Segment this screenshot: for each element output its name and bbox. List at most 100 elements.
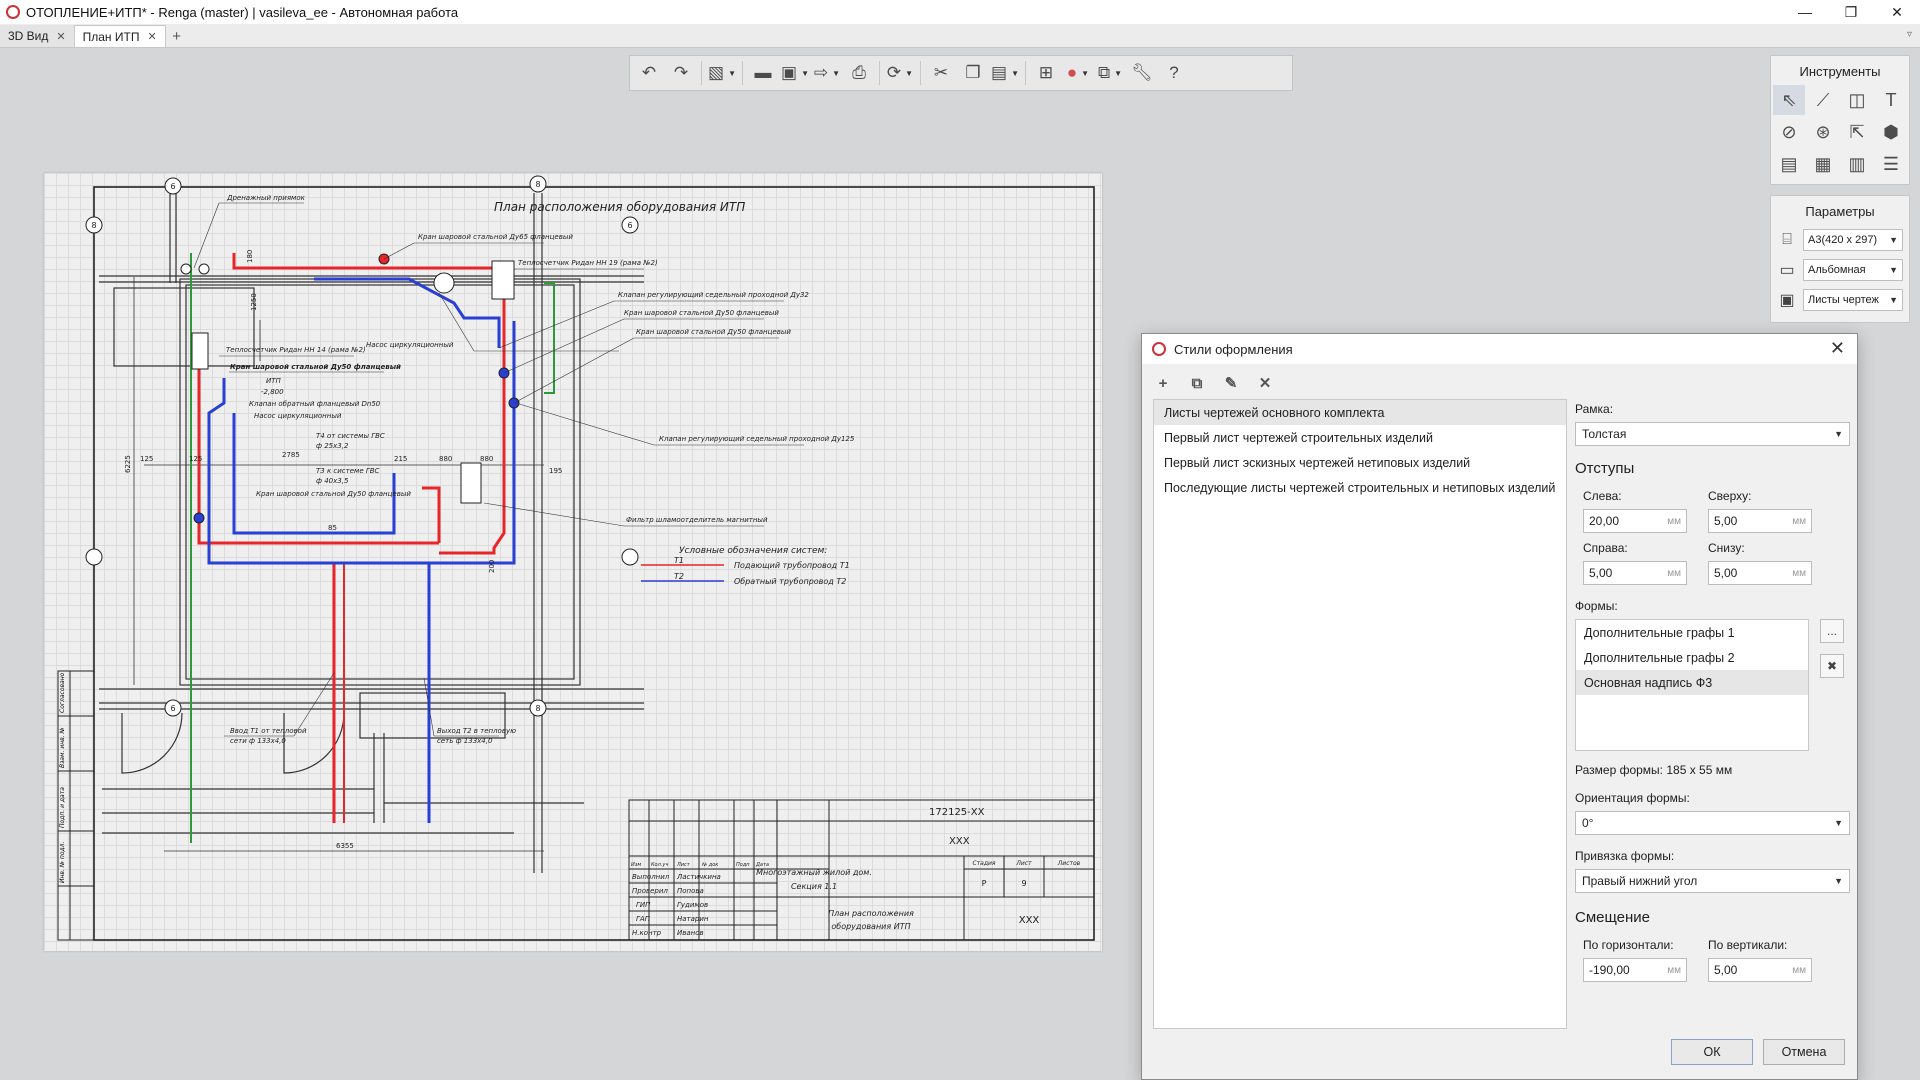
drawing-sheet[interactable]: Согласовано Взам. инв. № Подп. и дата Ин… (44, 173, 1102, 951)
tab-plan-itp[interactable]: План ИТП ✕ (74, 25, 166, 47)
elevation-icon[interactable]: ⇱ (1841, 117, 1873, 147)
horizontal-offset-field[interactable]: -190,00 мм (1583, 958, 1687, 982)
form-orientation-select[interactable]: 0° ▼ (1575, 811, 1850, 835)
add-style-icon[interactable]: + (1152, 372, 1174, 394)
chevron-down-icon: ▼ (1834, 876, 1843, 886)
label-level: -2,800 (261, 388, 284, 396)
axis-label: 8 (535, 180, 540, 189)
params-panel-title: Параметры (1805, 204, 1875, 219)
text-tool-icon[interactable]: T (1875, 85, 1907, 115)
tab-overflow-icon[interactable]: ▿ (1907, 29, 1912, 40)
cut-icon[interactable]: ✂ (926, 58, 956, 88)
form-anchor-select[interactable]: Правый нижний угол ▼ (1575, 869, 1850, 893)
form-remove-icon[interactable]: ✖ (1820, 654, 1844, 678)
left-margin-field[interactable]: 20,00 мм (1583, 509, 1687, 533)
edit-style-icon[interactable]: ✎ (1220, 372, 1242, 394)
delete-style-icon[interactable]: ✕ (1254, 372, 1276, 394)
tab-close-icon[interactable]: ✕ (56, 30, 65, 43)
stamp-org: ХХХ (1019, 915, 1040, 926)
stamp-icon[interactable]: ▤ (1773, 149, 1805, 179)
level-mark-icon[interactable]: ⊛ (1807, 117, 1839, 147)
form-list-item[interactable]: Основная надпись Ф3 (1576, 670, 1808, 695)
settings-icon[interactable]: 🔧︎ (1127, 58, 1157, 88)
stamp-stage-head: Стадия (972, 860, 995, 867)
dialog-title-bar: Стили оформления ✕ (1142, 334, 1857, 364)
list-icon[interactable]: ☰ (1875, 149, 1907, 179)
sketch-line-icon[interactable]: ⟋ (1807, 85, 1839, 115)
print-icon[interactable]: ⎙ (844, 58, 874, 88)
paste-icon[interactable]: ▤ ▼ (990, 58, 1020, 88)
forms-list: Дополнительные графы 1 Дополнительные гр… (1575, 619, 1809, 751)
export-icon[interactable]: ⇨ ▼ (812, 58, 842, 88)
label-pump1: Насос циркуляционный (366, 341, 454, 349)
close-window-button[interactable]: ✕ (1874, 0, 1920, 24)
callout-texts: Дренажный приямок Кран шаровой стальной … (226, 194, 855, 745)
tab-close-icon[interactable]: ✕ (147, 30, 156, 43)
label-input2: сети ф 133х4,0 (230, 737, 286, 745)
style-list-item[interactable]: Листы чертежей основного комплекта (1154, 400, 1566, 425)
style-list-item[interactable]: Последующие листы чертежей строительных … (1154, 475, 1566, 500)
dimension-icon[interactable]: ⊘ (1773, 117, 1805, 147)
style-list-item[interactable]: Первый лист чертежей строительных издели… (1154, 425, 1566, 450)
vertical-offset-field[interactable]: 5,00 мм (1708, 958, 1812, 982)
views-icon[interactable]: ⧉ ▼ (1095, 58, 1125, 88)
ok-button[interactable]: ОК (1671, 1039, 1753, 1065)
select-tool-icon[interactable]: ⇖ (1773, 85, 1805, 115)
label-t3d: ф 40х3,5 (316, 477, 349, 485)
renga-logo-icon (1152, 342, 1166, 356)
dim-text: 195 (549, 467, 562, 475)
label-check: Клапан обратный фланцевый Dn50 (249, 400, 381, 408)
open-icon[interactable]: ▬ (748, 58, 778, 88)
dim-text: 85 (328, 524, 337, 532)
sheet-style-select[interactable]: Листы чертеж ▼ (1803, 289, 1903, 311)
style-list-item[interactable]: Первый лист эскизных чертежей нетиповых … (1154, 450, 1566, 475)
orientation-icon: ▭ (1779, 262, 1795, 279)
table-icon[interactable]: ▥ (1841, 149, 1873, 179)
legend-item: Подающий трубопровод Т1 (734, 561, 850, 570)
orientation-value: Альбомная (1808, 264, 1866, 276)
stamp-head: Кол.уч (651, 862, 668, 868)
unit-label: мм (1792, 567, 1806, 579)
tab-3d-view[interactable]: 3D Вид ✕ (0, 25, 75, 47)
bottom-margin-field[interactable]: 5,00 мм (1708, 561, 1812, 585)
form-list-item[interactable]: Дополнительные графы 1 (1576, 620, 1808, 645)
dialog-close-button[interactable]: ✕ (1830, 338, 1845, 359)
sync-icon[interactable]: ⟳ ▼ (885, 58, 915, 88)
table-insert-icon[interactable]: ▦ (1807, 149, 1839, 179)
dim-text: 215 (394, 455, 407, 463)
stamp-section: Секция 1.1 (791, 882, 837, 891)
duplicate-style-icon[interactable]: ⧉ (1186, 372, 1208, 394)
top-margin-field[interactable]: 5,00 мм (1708, 509, 1812, 533)
shape-icon[interactable]: ◫ (1841, 85, 1873, 115)
sheet-format-select[interactable]: А3(420 x 297) ▼ (1803, 229, 1903, 251)
add-tab-button[interactable]: + (166, 25, 188, 47)
cancel-button[interactable]: Отмена (1763, 1039, 1845, 1065)
vertical-offset-value: 5,00 (1714, 963, 1738, 977)
minimize-button[interactable]: — (1782, 0, 1828, 24)
frame-select[interactable]: Толстая ▼ (1575, 422, 1850, 446)
side-label: Взам. инв. № (59, 727, 66, 768)
label-valve32: Клапан регулирующий седельный проходной … (618, 291, 809, 299)
maximize-button[interactable]: ❐ (1828, 0, 1874, 24)
undo-icon[interactable]: ↶ (634, 58, 664, 88)
stamp-head: Лист (676, 862, 691, 868)
chevron-down-icon: ▼ (1889, 295, 1898, 305)
orientation-select[interactable]: Альбомная ▼ (1803, 259, 1903, 281)
label-t4d: ф 25х3,2 (316, 442, 349, 450)
redo-icon[interactable]: ↷ (666, 58, 696, 88)
form-browse-button[interactable]: ... (1820, 619, 1844, 643)
dim-text: 880 (439, 455, 452, 463)
axis-label: 8 (535, 704, 540, 713)
right-margin-field[interactable]: 5,00 мм (1583, 561, 1687, 585)
align-icon[interactable]: ⊞ (1031, 58, 1061, 88)
label-input: Ввод Т1 от тепловой (230, 727, 307, 735)
chevron-down-icon: ▼ (1834, 818, 1843, 828)
copy-properties-icon[interactable]: ▧ ▼ (707, 58, 737, 88)
save-icon[interactable]: ▣ ▼ (780, 58, 810, 88)
visual-style-icon[interactable]: ● ▼ (1063, 58, 1093, 88)
model-view-icon[interactable]: ⬢ (1875, 117, 1907, 147)
copy-icon[interactable]: ❐ (958, 58, 988, 88)
help-icon[interactable]: ? (1159, 58, 1189, 88)
form-list-item[interactable]: Дополнительные графы 2 (1576, 645, 1808, 670)
dialog-title: Стили оформления (1174, 341, 1293, 357)
